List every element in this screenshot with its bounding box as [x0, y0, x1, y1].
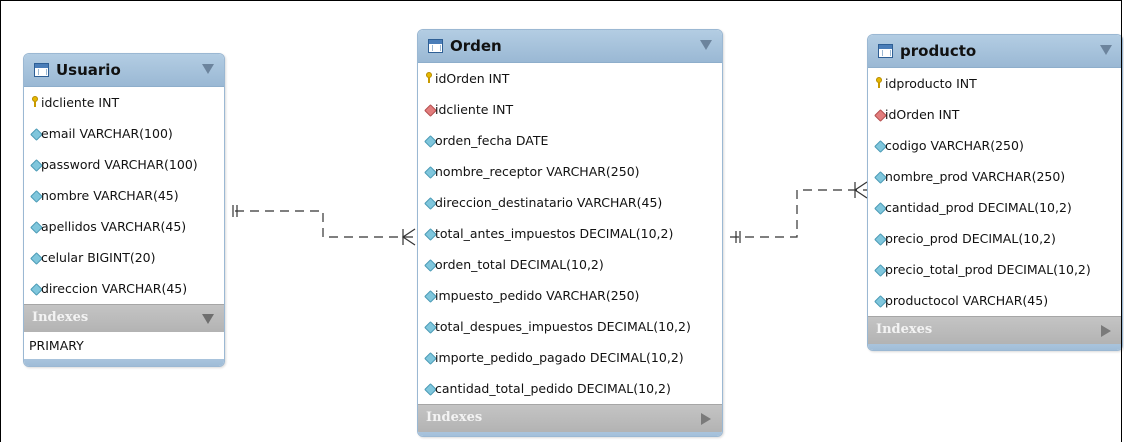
collapse-arrow-icon[interactable] [1100, 45, 1112, 55]
diagram-canvas: Usuario idcliente INT email VARCHAR(100) p… [0, 0, 1123, 442]
indexes-label: Indexes [32, 310, 89, 325]
collapse-arrow-icon[interactable] [700, 40, 712, 50]
table-name: Usuario [56, 61, 121, 79]
table-footer [868, 344, 1122, 350]
table-column-row[interactable]: orden_fecha DATE [418, 125, 722, 156]
primary-key-icon [32, 96, 38, 107]
table-column-row[interactable]: idproducto INT [868, 68, 1122, 99]
table-orden[interactable]: Orden idOrden INT idcliente INT orden_fech… [417, 29, 723, 437]
table-column-row[interactable]: precio_total_prod DECIMAL(10,2) [868, 254, 1122, 285]
column-label: importe_pedido_pagado DECIMAL(10,2) [435, 350, 684, 365]
table-footer [24, 359, 224, 366]
index-item[interactable]: PRIMARY [24, 332, 224, 359]
column-label: celular BIGINT(20) [41, 250, 156, 265]
column-label: idproducto INT [885, 76, 977, 91]
column-label: total_despues_impuestos DECIMAL(10,2) [435, 319, 691, 334]
table-icon [878, 44, 893, 58]
column-label: direccion_destinatario VARCHAR(45) [435, 195, 663, 210]
primary-key-icon [876, 77, 882, 88]
primary-key-icon [426, 72, 432, 83]
table-column-row[interactable]: codigo VARCHAR(250) [868, 130, 1122, 161]
table-column-row[interactable]: productocol VARCHAR(45) [868, 285, 1122, 316]
column-label: email VARCHAR(100) [41, 126, 173, 141]
table-column-row[interactable]: nombre VARCHAR(45) [24, 180, 224, 211]
expand-arrow-icon[interactable] [701, 413, 711, 425]
table-column-row[interactable]: precio_prod DECIMAL(10,2) [868, 223, 1122, 254]
table-icon [34, 63, 49, 77]
table-column-row[interactable]: total_antes_impuestos DECIMAL(10,2) [418, 218, 722, 249]
column-label: productocol VARCHAR(45) [885, 293, 1049, 308]
column-label: nombre_receptor VARCHAR(250) [435, 164, 640, 179]
table-name: Orden [450, 37, 502, 55]
relationship-orden-producto[interactable] [730, 189, 867, 238]
collapse-arrow-icon[interactable] [202, 64, 214, 74]
column-label: precio_prod DECIMAL(10,2) [885, 231, 1056, 246]
table-column-row[interactable]: idOrden INT [418, 63, 722, 94]
table-header[interactable]: producto [868, 35, 1122, 68]
column-label: impuesto_pedido VARCHAR(250) [435, 288, 640, 303]
column-label: cantidad_total_pedido DECIMAL(10,2) [435, 381, 671, 396]
column-label: precio_total_prod DECIMAL(10,2) [885, 262, 1091, 277]
table-column-row[interactable]: idcliente INT [418, 94, 722, 125]
table-column-row[interactable]: idOrden INT [868, 99, 1122, 130]
column-list: idcliente INT email VARCHAR(100) password … [24, 87, 224, 304]
table-producto[interactable]: producto idproducto INT idOrden INT codigo… [867, 34, 1123, 351]
table-header[interactable]: Orden [418, 30, 722, 63]
table-column-row[interactable]: nombre_prod VARCHAR(250) [868, 161, 1122, 192]
column-label: idcliente INT [41, 95, 120, 110]
table-column-row[interactable]: apellidos VARCHAR(45) [24, 211, 224, 242]
column-label: total_antes_impuestos DECIMAL(10,2) [435, 226, 674, 241]
table-column-row[interactable]: direccion VARCHAR(45) [24, 273, 224, 304]
collapse-arrow-icon[interactable] [202, 314, 214, 324]
column-label: nombre VARCHAR(45) [41, 188, 179, 203]
table-column-row[interactable]: celular BIGINT(20) [24, 242, 224, 273]
table-name: producto [900, 42, 977, 60]
table-column-row[interactable]: nombre_receptor VARCHAR(250) [418, 156, 722, 187]
column-label: apellidos VARCHAR(45) [41, 219, 187, 234]
table-column-row[interactable]: idcliente INT [24, 87, 224, 118]
column-label: idOrden INT [435, 71, 510, 86]
column-label: orden_fecha DATE [435, 133, 549, 148]
table-column-row[interactable]: cantidad_total_pedido DECIMAL(10,2) [418, 373, 722, 404]
column-label: password VARCHAR(100) [41, 157, 198, 172]
relationship-usuario-orden[interactable] [235, 210, 415, 238]
table-icon [428, 39, 443, 53]
column-list: idOrden INT idcliente INT orden_fecha DATE… [418, 63, 722, 404]
table-column-row[interactable]: total_despues_impuestos DECIMAL(10,2) [418, 311, 722, 342]
column-label: cantidad_prod DECIMAL(10,2) [885, 200, 1072, 215]
table-column-row[interactable]: cantidad_prod DECIMAL(10,2) [868, 192, 1122, 223]
table-column-row[interactable]: impuesto_pedido VARCHAR(250) [418, 280, 722, 311]
column-label: nombre_prod VARCHAR(250) [885, 169, 1066, 184]
expand-arrow-icon[interactable] [1101, 325, 1111, 337]
indexes-header[interactable]: Indexes [868, 316, 1122, 344]
table-column-row[interactable]: email VARCHAR(100) [24, 118, 224, 149]
column-label: orden_total DECIMAL(10,2) [435, 257, 604, 272]
indexes-label: Indexes [876, 322, 933, 337]
table-usuario[interactable]: Usuario idcliente INT email VARCHAR(100) p… [23, 53, 225, 367]
table-column-row[interactable]: orden_total DECIMAL(10,2) [418, 249, 722, 280]
table-footer [418, 432, 722, 436]
table-column-row[interactable]: importe_pedido_pagado DECIMAL(10,2) [418, 342, 722, 373]
column-label: direccion VARCHAR(45) [41, 281, 188, 296]
column-label: idOrden INT [885, 107, 960, 122]
column-list: idproducto INT idOrden INT codigo VARCHAR(… [868, 68, 1122, 316]
indexes-header[interactable]: Indexes [24, 304, 224, 332]
column-label: idcliente INT [435, 102, 514, 117]
indexes-label: Indexes [426, 410, 483, 425]
table-header[interactable]: Usuario [24, 54, 224, 87]
table-column-row[interactable]: direccion_destinatario VARCHAR(45) [418, 187, 722, 218]
indexes-header[interactable]: Indexes [418, 404, 722, 432]
table-column-row[interactable]: password VARCHAR(100) [24, 149, 224, 180]
column-label: codigo VARCHAR(250) [885, 138, 1024, 153]
